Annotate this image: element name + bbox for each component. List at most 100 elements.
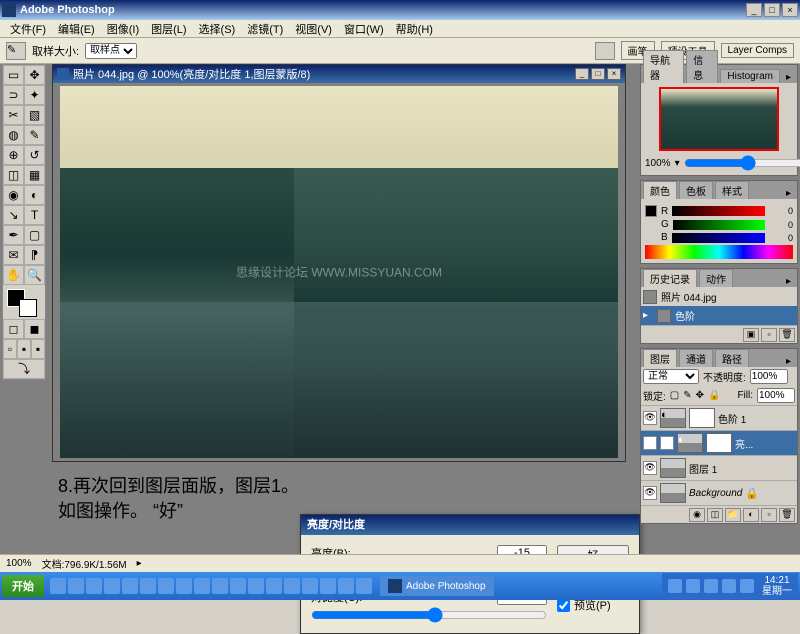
document-minimize[interactable]: _	[575, 68, 589, 80]
tab-histogram[interactable]: Histogram	[720, 69, 780, 83]
menu-image[interactable]: 图像(I)	[101, 21, 145, 37]
menu-view[interactable]: 视图(V)	[289, 21, 338, 37]
new-layer-icon[interactable]: ▫	[761, 508, 777, 522]
new-snapshot-icon[interactable]: ▣	[743, 328, 759, 342]
tray-icon[interactable]	[740, 579, 754, 593]
start-button[interactable]: 开始	[2, 575, 44, 597]
zoom-tool[interactable]: 🔍	[24, 265, 45, 285]
layer-row[interactable]: 👁图层 1	[641, 455, 797, 480]
visibility-icon[interactable]: 👁	[643, 411, 657, 425]
quick-launch-icon[interactable]	[176, 578, 192, 594]
visibility-icon[interactable]: 👁	[643, 461, 657, 475]
navigator-thumbnail[interactable]	[659, 87, 779, 151]
document-close[interactable]: ×	[607, 68, 621, 80]
history-item[interactable]: ▸色阶	[641, 306, 797, 325]
trash-icon[interactable]: 🗑	[779, 508, 795, 522]
trash-icon[interactable]: 🗑	[779, 328, 795, 342]
menu-select[interactable]: 选择(S)	[193, 21, 242, 37]
document-maximize[interactable]: □	[591, 68, 605, 80]
document-canvas[interactable]: 思缘设计论坛 WWW.MISSYUAN.COM	[53, 83, 625, 461]
type-tool[interactable]: T	[24, 205, 45, 225]
quick-launch-icon[interactable]	[122, 578, 138, 594]
tab-channels[interactable]: 通道	[679, 349, 713, 367]
fill-input[interactable]	[757, 388, 795, 403]
tray-icon[interactable]	[668, 579, 682, 593]
layer-mask[interactable]	[706, 433, 732, 453]
quick-launch-icon[interactable]	[212, 578, 228, 594]
new-document-icon[interactable]: ▫	[761, 328, 777, 342]
quick-launch-icon[interactable]	[194, 578, 210, 594]
layer-set-icon[interactable]: 📁	[725, 508, 741, 522]
panel-menu-icon[interactable]: ▸	[782, 72, 795, 83]
quick-launch-icon[interactable]	[68, 578, 84, 594]
zoom-slider[interactable]	[684, 155, 800, 171]
layer-comps-button[interactable]: Layer Comps	[721, 43, 794, 58]
tab-color[interactable]: 颜色	[643, 181, 677, 199]
shape-tool[interactable]: ▢	[24, 225, 45, 245]
tab-swatches[interactable]: 色板	[679, 181, 713, 199]
menu-edit[interactable]: 编辑(E)	[52, 21, 101, 37]
blur-tool[interactable]: ◉	[3, 185, 24, 205]
tab-paths[interactable]: 路径	[715, 349, 749, 367]
eyedropper-tool[interactable]: ⁋	[24, 245, 45, 265]
green-slider[interactable]	[673, 220, 765, 230]
panel-menu-icon[interactable]: ▸	[782, 276, 795, 287]
visibility-icon[interactable]: 👁	[643, 486, 657, 500]
quick-launch-icon[interactable]	[230, 578, 246, 594]
clock[interactable]: 14:21 星期一	[758, 575, 792, 597]
preview-checkbox[interactable]	[557, 599, 570, 612]
contrast-slider[interactable]	[311, 607, 547, 623]
lock-all-icon[interactable]: 🔒	[708, 390, 720, 401]
blend-mode-select[interactable]: 正常	[643, 369, 699, 384]
quick-launch-icon[interactable]	[158, 578, 174, 594]
history-item[interactable]: 照片 044.jpg	[641, 287, 797, 306]
tray-icon[interactable]	[704, 579, 718, 593]
lock-transparency-icon[interactable]: ▢	[670, 390, 679, 401]
quick-launch-icon[interactable]	[266, 578, 282, 594]
eraser-tool[interactable]: ◫	[3, 165, 24, 185]
background-color[interactable]	[19, 299, 37, 317]
layer-mask[interactable]	[689, 408, 715, 428]
panel-menu-icon[interactable]: ▸	[782, 188, 795, 199]
layer-row[interactable]: 👁Background🔒	[641, 480, 797, 505]
stamp-tool[interactable]: ⊕	[3, 145, 24, 165]
crop-tool[interactable]: ✂	[3, 105, 24, 125]
layer-row[interactable]: 👁◐色阶 1	[641, 405, 797, 430]
visibility-icon[interactable]: 👁	[643, 436, 657, 450]
layer-row[interactable]: 👁◐亮...	[641, 430, 797, 455]
tab-actions[interactable]: 动作	[699, 269, 733, 287]
file-browser-icon[interactable]	[595, 42, 615, 60]
quick-launch-icon[interactable]	[248, 578, 264, 594]
taskbar-task[interactable]: Adobe Photoshop	[380, 576, 494, 596]
adjustment-layer-icon[interactable]: ◐	[743, 508, 759, 522]
menu-help[interactable]: 帮助(H)	[390, 21, 439, 37]
sample-size-select[interactable]: 取样点	[85, 43, 137, 59]
quick-launch-icon[interactable]	[356, 578, 372, 594]
close-button[interactable]: ×	[782, 3, 798, 17]
red-slider[interactable]	[672, 206, 765, 216]
quick-launch-icon[interactable]	[50, 578, 66, 594]
tab-layers[interactable]: 图层	[643, 349, 677, 367]
quick-launch-icon[interactable]	[338, 578, 354, 594]
jump-to-imageready[interactable]: ⤵	[3, 359, 45, 379]
brush-tool[interactable]: ✎	[24, 125, 45, 145]
screen-standard[interactable]: ▫	[3, 339, 17, 359]
healing-tool[interactable]: ◍	[3, 125, 24, 145]
layer-mask-icon[interactable]: ◫	[707, 508, 723, 522]
screen-full[interactable]: ▪	[31, 339, 45, 359]
tab-history[interactable]: 历史记录	[643, 269, 697, 287]
opacity-input[interactable]	[750, 369, 788, 384]
quick-launch-icon[interactable]	[140, 578, 156, 594]
path-tool[interactable]: ↘	[3, 205, 24, 225]
color-fg-swatch[interactable]	[645, 205, 657, 217]
menu-window[interactable]: 窗口(W)	[338, 21, 390, 37]
status-menu-icon[interactable]: ▸	[137, 558, 142, 569]
hand-tool[interactable]: ✋	[3, 265, 24, 285]
menu-file[interactable]: 文件(F)	[4, 21, 52, 37]
quick-launch-icon[interactable]	[302, 578, 318, 594]
tab-info[interactable]: 信息	[686, 50, 718, 83]
gradient-tool[interactable]: ▦	[24, 165, 45, 185]
menu-layer[interactable]: 图层(L)	[145, 21, 192, 37]
screen-full-menu[interactable]: ▪	[17, 339, 31, 359]
wand-tool[interactable]: ✦	[24, 85, 45, 105]
